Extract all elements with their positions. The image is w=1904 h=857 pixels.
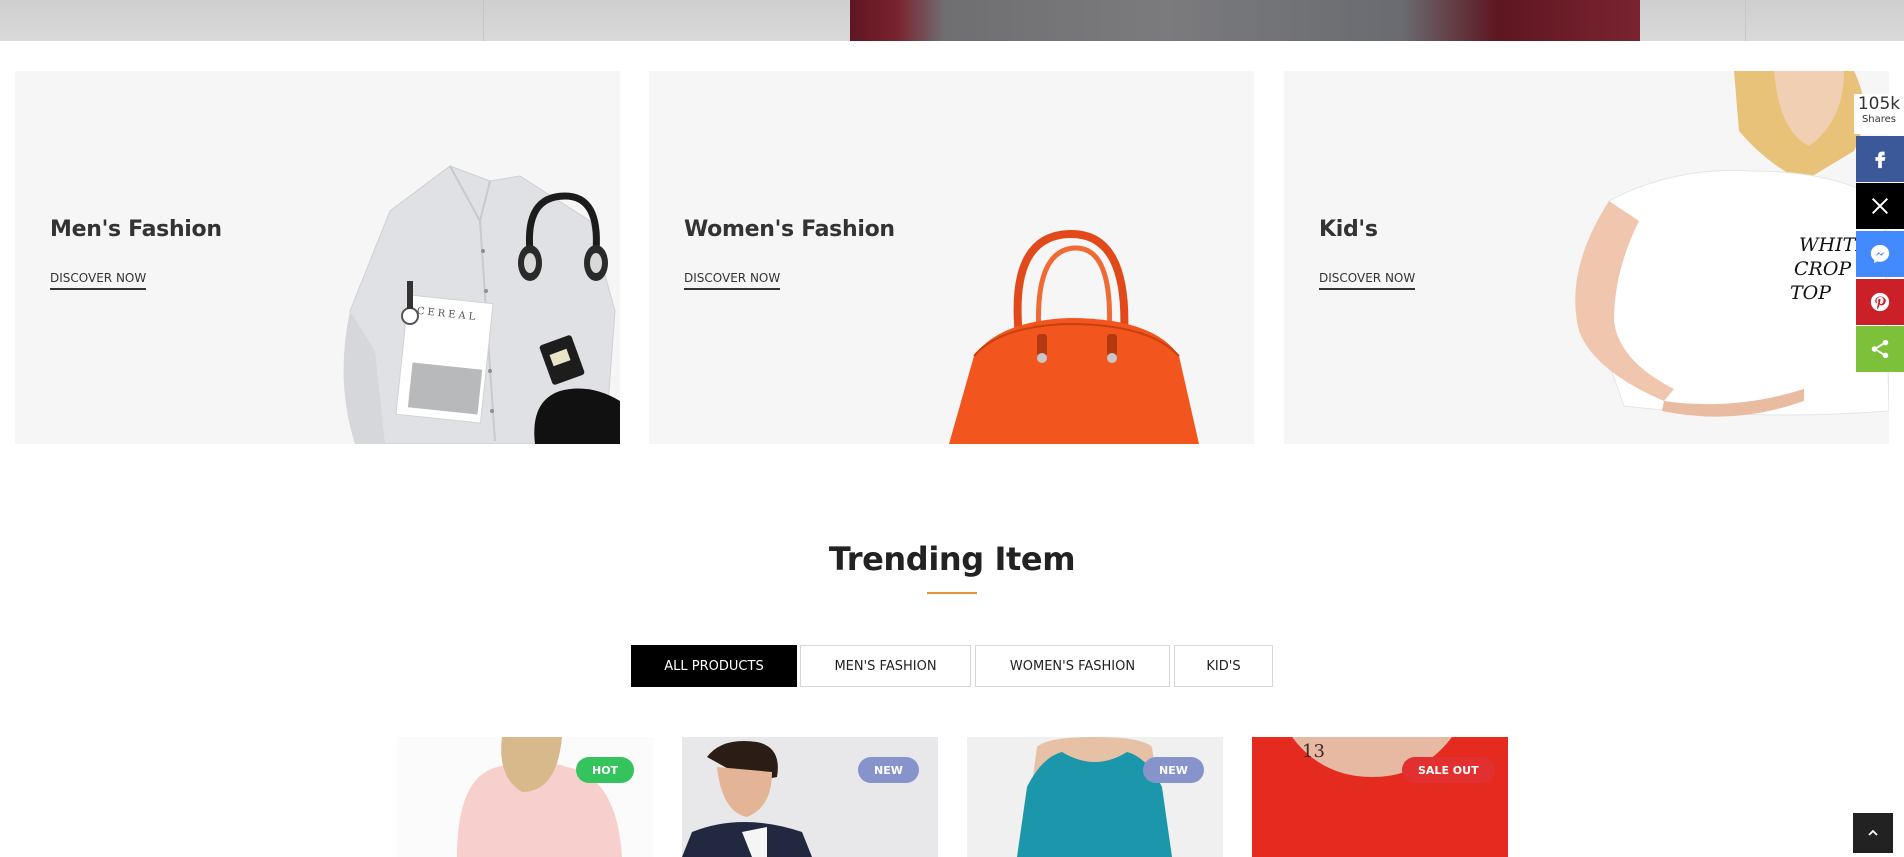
share-count-number: 105k [1857,94,1901,114]
mens-shirt-image: CEREAL [343,165,620,444]
product-card[interactable]: HOT [397,737,653,857]
discover-now-link[interactable]: DISCOVER NOW [50,271,147,290]
banner-mens-fashion[interactable]: Men's Fashion DISCOVER NOW CEREAL [15,71,620,444]
pinterest-icon [1870,292,1890,312]
banner-title: Kid's [1319,217,1378,242]
product-badge-hot: HOT [576,757,635,783]
banner-womens-fashion[interactable]: Women's Fashion DISCOVER NOW [649,71,1254,444]
badge-label: NEW [874,763,903,777]
facebook-share-button[interactable] [1856,136,1904,182]
section-title-trending: Trending Item [828,540,1076,578]
product-image: 13 [1292,737,1452,777]
product-card[interactable]: NEW [967,737,1223,857]
product-image [682,741,812,857]
product-card[interactable]: 13 SALE OUT [1252,737,1508,857]
x-share-button[interactable] [1856,183,1904,229]
messenger-share-button[interactable] [1856,231,1904,277]
share-more-button[interactable] [1856,326,1904,372]
badge-label: SALE OUT [1418,763,1479,777]
svg-text:CROP: CROP [1794,258,1852,280]
product-card[interactable]: NEW [682,737,938,857]
hero-image-sweater [850,0,1640,41]
x-icon [1871,197,1889,215]
hero-slider-bottom [0,0,1904,41]
badge-label: HOT [592,763,619,777]
title-underline [927,592,977,594]
banner-title: Women's Fashion [684,217,895,242]
chevron-up-icon [1868,829,1878,836]
product-badge-new: NEW [1143,757,1204,783]
product-badge-new: NEW [858,757,919,783]
share-count-label: Shares [1861,114,1897,125]
product-badge-sale-out: SALE OUT [1402,757,1495,783]
svg-text:TOP: TOP [1790,282,1832,304]
tab-all-products[interactable]: ALL PRODUCTS [631,645,797,687]
tab-mens-fashion[interactable]: MEN'S FASHION [800,645,971,687]
discover-now-link[interactable]: DISCOVER NOW [684,271,781,290]
product-image [457,737,622,857]
white-crop-top-image: WHITE CROP TOP [1575,71,1889,417]
product-image [1017,737,1172,857]
pinterest-share-button[interactable] [1856,279,1904,325]
share-counter: 105k Shares [1854,94,1904,134]
discover-now-link[interactable]: DISCOVER NOW [1319,271,1416,290]
facebook-icon [1875,151,1886,169]
divider-line [1745,0,1746,41]
divider-line [483,0,484,41]
banner-kids[interactable]: Kid's DISCOVER NOW WHITE CROP TOP [1284,71,1889,444]
messenger-icon [1870,244,1890,264]
back-to-top-button[interactable] [1853,813,1893,853]
orange-handbag-image [949,229,1199,444]
tab-womens-fashion[interactable]: WOMEN'S FASHION [975,645,1170,687]
badge-label: NEW [1159,763,1188,777]
svg-text:13: 13 [1302,741,1325,762]
tab-kids[interactable]: KID'S [1174,645,1273,687]
share-icon [1871,339,1889,359]
banner-title: Men's Fashion [50,217,222,242]
